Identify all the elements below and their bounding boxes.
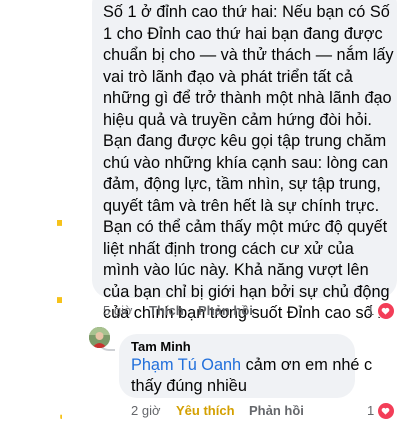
comment-line: liệt nhất định trong cách cư xử của	[103, 239, 354, 258]
comment-time[interactable]: 5 giờ	[103, 302, 133, 320]
comment-line: Số 1 ở đỉnh cao thứ hai: Nếu bạn có Số	[103, 3, 390, 21]
comment-line: quyết tâm và trên hết là sự chính trực.	[103, 196, 380, 215]
comment-line: Bạn có thể cảm thấy một mức độ quyết	[103, 218, 388, 236]
heart-icon	[377, 402, 395, 420]
comment-line: những gì để trở thành một nhà lãnh đạo	[103, 89, 392, 107]
reply-actions: 2 giờ Yêu thích Phản hồi	[131, 402, 331, 420]
avatar[interactable]	[89, 327, 110, 348]
comment-line: của bạn chỉ bị giới hạn bởi sự chủ động	[103, 282, 390, 301]
comment-line: 1 cho Đỉnh cao thứ hai bạn đang được	[103, 24, 383, 43]
watermark-text: tuoanhnsh.com	[50, 101, 62, 424]
reply-author[interactable]: Tam Minh	[131, 339, 191, 355]
reply-button[interactable]: Phản hồi	[198, 302, 253, 320]
comment-line: hiệu quả và truyền cảm hứng đòi hỏi.	[103, 110, 372, 129]
reply-line: thấy đúng nhiều	[131, 376, 247, 395]
heart-icon	[377, 302, 395, 320]
reply-text: Phạm Tú Oanh cảm ơn em nhé c thấy đúng n…	[131, 355, 372, 396]
comment-line: vai trò lãnh đạo và phát triển tất cả	[103, 67, 353, 86]
love-button[interactable]: Yêu thích	[176, 402, 235, 420]
mention-link[interactable]: Phạm Tú Oanh	[131, 356, 241, 374]
comment-line: đảm, động lực, tầm nhìn, sự tập trung,	[103, 175, 381, 193]
like-button[interactable]: Thích	[149, 302, 184, 320]
comment-line: chú vào những khía cạnh sau: lòng can	[103, 153, 389, 172]
reply-reactions[interactable]: 1	[367, 402, 397, 420]
reply-text-rest: cảm ơn em nhé c	[241, 356, 373, 374]
comment-line: chuẩn bị cho — và thử thách — nắm lấy	[103, 46, 394, 64]
comment-text: Số 1 ở đỉnh cao thứ hai: Nếu bạn có Số 1…	[103, 2, 394, 325]
reply-reply-button[interactable]: Phản hồi	[249, 402, 304, 420]
reply-time[interactable]: 2 giờ	[131, 402, 161, 420]
comment-actions: 5 giờ Thích Phản hồi	[103, 302, 303, 320]
watermark: tuoanhnsh.com	[0, 0, 62, 428]
reaction-count: 1	[367, 303, 375, 318]
comment-line: Bạn đang được kêu gọi tập trung chăm	[103, 132, 387, 150]
reaction-count: 1	[367, 403, 375, 418]
comment-reactions[interactable]: 1	[367, 302, 397, 320]
comment-line: mình vào lúc này. Khả năng vượt lên	[103, 261, 369, 279]
reply-line: Phạm Tú Oanh cảm ơn em nhé c	[131, 355, 372, 376]
